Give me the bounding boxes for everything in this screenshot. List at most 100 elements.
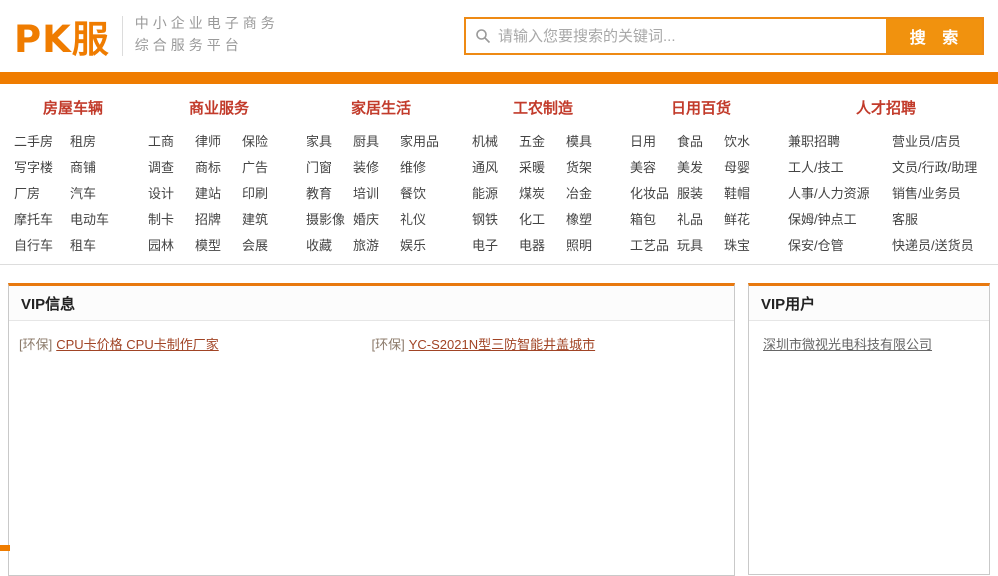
nav-link[interactable]: 建站 (195, 183, 242, 202)
nav-link[interactable]: 写字楼 (14, 157, 70, 176)
nav-link[interactable]: 园林 (148, 235, 195, 254)
nav-link[interactable]: 娱乐 (400, 235, 456, 254)
nav-link[interactable]: 工商 (148, 131, 195, 150)
nav-link[interactable]: 二手房 (14, 131, 70, 150)
nav-link[interactable]: 商铺 (70, 157, 132, 176)
nav-link[interactable]: 礼仪 (400, 209, 456, 228)
nav-link[interactable]: 律师 (195, 131, 242, 150)
vip-user-link[interactable]: 深圳市微视光电科技有限公司 (763, 334, 932, 353)
nav-link[interactable]: 婚庆 (353, 209, 400, 228)
nav-link[interactable]: 摄影像 (306, 209, 353, 228)
nav-link[interactable]: 培训 (353, 183, 400, 202)
nav-link[interactable]: 美发 (677, 157, 724, 176)
nav-link[interactable]: 家具 (306, 131, 353, 150)
nav-link[interactable]: 摩托车 (14, 209, 70, 228)
nav-link[interactable]: 厂房 (14, 183, 70, 202)
nav-link[interactable]: 模型 (195, 235, 242, 254)
nav-link[interactable]: 装修 (353, 157, 400, 176)
nav-group-title[interactable]: 日用百货 (630, 97, 772, 118)
site-logo[interactable]: PK服 中小企业电子商务 综合服务平台 (14, 9, 279, 63)
nav-link[interactable]: 工人/技工 (788, 157, 892, 176)
nav-link[interactable]: 门窗 (306, 157, 353, 176)
nav-link[interactable]: 广告 (242, 157, 290, 176)
nav-group-title[interactable]: 家居生活 (306, 97, 456, 118)
search-input-wrap (466, 19, 886, 53)
nav-link[interactable]: 租房 (70, 131, 132, 150)
nav-group-title[interactable]: 房屋车辆 (14, 97, 132, 118)
nav-link[interactable]: 文员/行政/助理 (892, 157, 984, 176)
nav-link[interactable]: 电动车 (70, 209, 132, 228)
nav-link[interactable]: 家用品 (400, 131, 456, 150)
nav-links: 家具 厨具 家用品门窗 装修 维修教育 培训 餐饮摄影像 婚庆 礼仪收藏 旅游 娱乐 (306, 131, 456, 254)
nav-link[interactable]: 玩具 (677, 235, 724, 254)
nav-link[interactable]: 食品 (677, 131, 724, 150)
search-button[interactable]: 搜 索 (886, 19, 982, 53)
nav-link[interactable]: 鞋帽 (724, 183, 772, 202)
nav-link[interactable]: 人事/人力资源 (788, 183, 892, 202)
nav-link[interactable]: 餐饮 (400, 183, 456, 202)
nav-link[interactable]: 收藏 (306, 235, 353, 254)
vip-info-item: [环保] YC-S2021N型三防智能井盖城市 (372, 334, 725, 353)
nav-link[interactable]: 保安/仓管 (788, 235, 892, 254)
nav-link[interactable]: 会展 (242, 235, 290, 254)
nav-link[interactable]: 工艺品 (630, 235, 677, 254)
nav-link[interactable]: 兼职招聘 (788, 131, 892, 150)
nav-link[interactable]: 调查 (148, 157, 195, 176)
nav-link[interactable]: 箱包 (630, 209, 677, 228)
nav-link[interactable]: 橡塑 (566, 209, 614, 228)
nav-link[interactable]: 租车 (70, 235, 132, 254)
nav-link[interactable]: 五金 (519, 131, 566, 150)
nav-group-title[interactable]: 商业服务 (148, 97, 290, 118)
nav-link[interactable]: 厨具 (353, 131, 400, 150)
nav-link[interactable]: 化妆品 (630, 183, 677, 202)
nav-link[interactable]: 教育 (306, 183, 353, 202)
vip-info-link[interactable]: YC-S2021N型三防智能井盖城市 (409, 337, 595, 352)
vip-users-panel: VIP用户 深圳市微视光电科技有限公司 (748, 283, 990, 575)
search-input[interactable] (466, 19, 886, 53)
nav-link[interactable]: 机械 (472, 131, 519, 150)
nav-link[interactable]: 美容 (630, 157, 677, 176)
nav-link[interactable]: 印刷 (242, 183, 290, 202)
nav-link[interactable]: 商标 (195, 157, 242, 176)
nav-link[interactable]: 汽车 (70, 183, 132, 202)
nav-link[interactable]: 电子 (472, 235, 519, 254)
nav-link[interactable]: 货架 (566, 157, 614, 176)
nav-link[interactable]: 鲜花 (724, 209, 772, 228)
nav-link[interactable]: 招牌 (195, 209, 242, 228)
nav-link[interactable]: 照明 (566, 235, 614, 254)
logo-text: PK服 (14, 18, 110, 61)
nav-group-title[interactable]: 人才招聘 (788, 97, 984, 118)
nav-link[interactable]: 销售/业务员 (892, 183, 984, 202)
nav-group-title[interactable]: 工农制造 (472, 97, 614, 118)
nav-link[interactable]: 母婴 (724, 157, 772, 176)
nav-link[interactable]: 保险 (242, 131, 290, 150)
nav-link[interactable]: 能源 (472, 183, 519, 202)
nav-link[interactable]: 礼品 (677, 209, 724, 228)
nav-link[interactable]: 模具 (566, 131, 614, 150)
nav-link[interactable]: 建筑 (242, 209, 290, 228)
nav-link[interactable]: 营业员/店员 (892, 131, 984, 150)
logo-tagline: 中小企业电子商务 综合服务平台 (135, 14, 279, 57)
nav-link[interactable]: 维修 (400, 157, 456, 176)
vip-info-category-tag: [环保] (371, 337, 405, 352)
nav-link[interactable]: 保姆/钟点工 (788, 209, 892, 228)
nav-link[interactable]: 日用 (630, 131, 677, 150)
vip-info-link[interactable]: CPU卡价格 CPU卡制作厂家 (56, 337, 219, 352)
nav-link[interactable]: 珠宝 (724, 235, 772, 254)
nav-link[interactable]: 快递员/送货员 (892, 235, 984, 254)
vip-info-category-tag: [环保] (19, 337, 53, 352)
nav-link[interactable]: 服装 (677, 183, 724, 202)
nav-link[interactable]: 旅游 (353, 235, 400, 254)
nav-link[interactable]: 化工 (519, 209, 566, 228)
nav-link[interactable]: 饮水 (724, 131, 772, 150)
nav-link[interactable]: 冶金 (566, 183, 614, 202)
nav-link[interactable]: 钢铁 (472, 209, 519, 228)
nav-link[interactable]: 采暖 (519, 157, 566, 176)
nav-link[interactable]: 电器 (519, 235, 566, 254)
nav-link[interactable]: 设计 (148, 183, 195, 202)
nav-link[interactable]: 煤炭 (519, 183, 566, 202)
nav-link[interactable]: 自行车 (14, 235, 70, 254)
nav-link[interactable]: 通风 (472, 157, 519, 176)
nav-link[interactable]: 客服 (892, 209, 984, 228)
nav-link[interactable]: 制卡 (148, 209, 195, 228)
